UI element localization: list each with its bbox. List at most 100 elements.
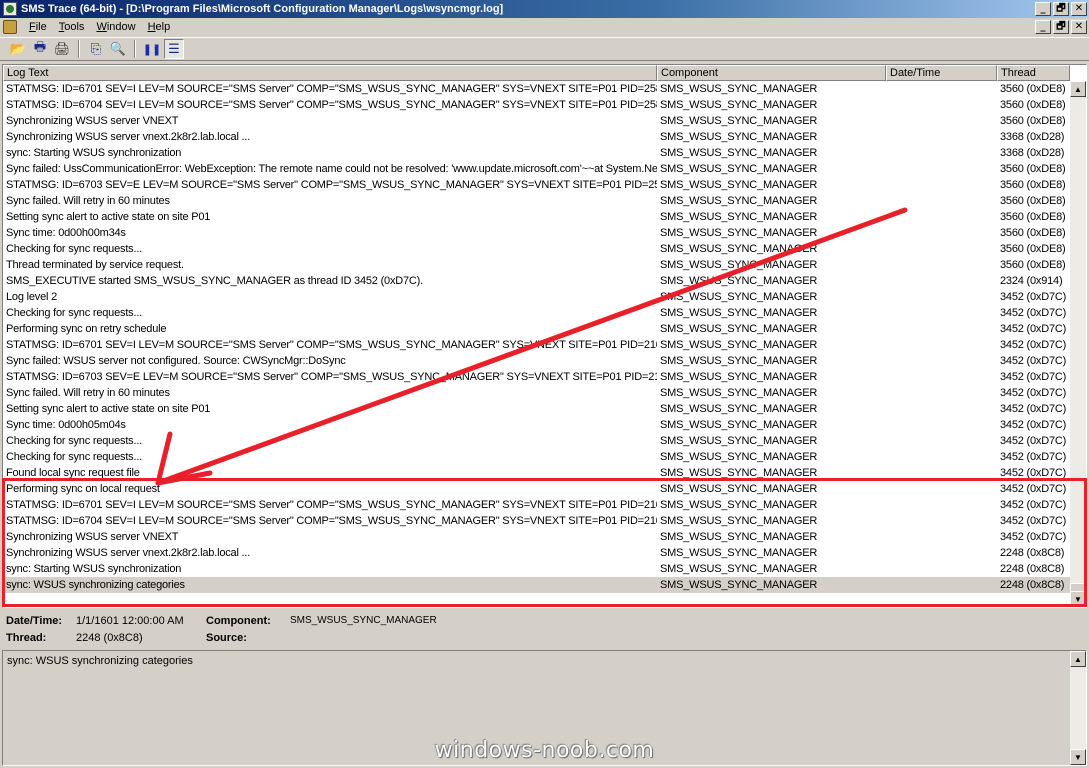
component-cell: SMS_WSUS_SYNC_MANAGER bbox=[660, 435, 818, 447]
restore-button[interactable]: 🗗 bbox=[1053, 2, 1069, 16]
log-text-cell: STATMSG: ID=6701 SEV=I LEV=M SOURCE="SMS… bbox=[6, 339, 657, 351]
component-cell: SMS_WSUS_SYNC_MANAGER bbox=[660, 291, 818, 303]
date-time-cell bbox=[886, 97, 997, 113]
doc-minimize-button[interactable]: _ bbox=[1035, 20, 1051, 34]
window-controls: _ 🗗 ✕ bbox=[1035, 2, 1087, 16]
log-list[interactable]: Log Text Component Date/Time Thread STAT… bbox=[2, 64, 1087, 608]
table-row[interactable]: STATMSG: ID=6704 SEV=I LEV=M SOURCE="SMS… bbox=[3, 97, 1070, 113]
table-row[interactable]: STATMSG: ID=6701 SEV=I LEV=M SOURCE="SMS… bbox=[3, 497, 1070, 513]
log-text-cell: Log level 2 bbox=[6, 291, 58, 303]
pause-icon[interactable]: ❚❚ bbox=[142, 39, 162, 59]
date-time-cell bbox=[886, 193, 997, 209]
table-row[interactable]: STATMSG: ID=6704 SEV=I LEV=M SOURCE="SMS… bbox=[3, 513, 1070, 529]
print-icon[interactable]: 🖨 bbox=[52, 39, 72, 59]
table-row[interactable]: Checking for sync requests... SMS_WSUS_SY… bbox=[3, 449, 1070, 465]
thread-cell: 3560 (0xDE8) bbox=[1000, 115, 1066, 127]
table-row[interactable]: sync: WSUS synchronizing categories SMS_W… bbox=[3, 577, 1070, 593]
table-row[interactable]: STATMSG: ID=6701 SEV=I LEV=M SOURCE="SMS… bbox=[3, 81, 1070, 97]
table-row[interactable]: Performing sync on local request SMS_WSUS… bbox=[3, 481, 1070, 497]
table-row[interactable]: Sync time: 0d00h00m34s SMS_WSUS_SYNC_MANA… bbox=[3, 225, 1070, 241]
date-time-cell bbox=[886, 273, 997, 289]
thread-cell: 3452 (0xD7C) bbox=[1000, 371, 1067, 383]
log-text-cell: Thread terminated by service request. bbox=[6, 259, 184, 271]
component-cell: SMS_WSUS_SYNC_MANAGER bbox=[660, 579, 818, 591]
menu-window[interactable]: Window bbox=[90, 21, 141, 33]
scroll-down-button[interactable]: ▼ bbox=[1070, 591, 1086, 607]
datetime-value: 1/1/1601 12:00:00 AM bbox=[76, 615, 184, 627]
column-header-thread[interactable]: Thread bbox=[997, 65, 1070, 81]
copy-icon[interactable]: ⎘ bbox=[86, 39, 106, 59]
component-cell: SMS_WSUS_SYNC_MANAGER bbox=[660, 499, 818, 511]
component-cell: SMS_WSUS_SYNC_MANAGER bbox=[660, 131, 818, 143]
table-row[interactable]: Sync failed: UssCommunicationError: WebE… bbox=[3, 161, 1070, 177]
table-row[interactable]: Performing sync on retry schedule SMS_WSU… bbox=[3, 321, 1070, 337]
table-row[interactable]: Sync time: 0d00h05m04s SMS_WSUS_SYNC_MANA… bbox=[3, 417, 1070, 433]
thread-label: Thread: bbox=[6, 632, 47, 644]
component-cell: SMS_WSUS_SYNC_MANAGER bbox=[660, 531, 818, 543]
table-row[interactable]: sync: Starting WSUS synchronization SMS_W… bbox=[3, 145, 1070, 161]
table-row[interactable]: Synchronizing WSUS server VNEXT SMS_WSUS_… bbox=[3, 529, 1070, 545]
doc-restore-button[interactable]: 🗗 bbox=[1053, 20, 1069, 34]
table-row[interactable]: Setting sync alert to active state on si… bbox=[3, 401, 1070, 417]
table-row[interactable]: Synchronizing WSUS server vnext.2k8r2.la… bbox=[3, 129, 1070, 145]
message-scroll-up-button[interactable]: ▲ bbox=[1070, 651, 1086, 667]
print-preview-icon[interactable]: 🖶 bbox=[30, 39, 50, 59]
component-cell: SMS_WSUS_SYNC_MANAGER bbox=[660, 243, 818, 255]
table-row[interactable]: Sync failed. Will retry in 60 minutes SMS… bbox=[3, 193, 1070, 209]
table-row[interactable]: Thread terminated by service request. SMS… bbox=[3, 257, 1070, 273]
document-icon[interactable] bbox=[3, 20, 17, 34]
component-cell: SMS_WSUS_SYNC_MANAGER bbox=[660, 339, 818, 351]
table-row[interactable]: STATMSG: ID=6703 SEV=E LEV=M SOURCE="SMS… bbox=[3, 177, 1070, 193]
column-header-component[interactable]: Component bbox=[657, 65, 886, 81]
find-icon[interactable]: 🔍 bbox=[108, 39, 128, 59]
column-header-date-time[interactable]: Date/Time bbox=[886, 65, 997, 81]
thread-cell: 3452 (0xD7C) bbox=[1000, 483, 1067, 495]
log-text-cell: Sync failed. Will retry in 60 minutes bbox=[6, 195, 170, 207]
log-list-scrollbar[interactable]: ▲ ▼ bbox=[1070, 81, 1086, 607]
open-folder-icon[interactable]: 📂 bbox=[8, 39, 28, 59]
table-row[interactable]: Checking for sync requests... SMS_WSUS_SY… bbox=[3, 433, 1070, 449]
close-button[interactable]: ✕ bbox=[1071, 2, 1087, 16]
menu-tools[interactable]: Tools bbox=[53, 21, 91, 33]
date-time-cell bbox=[886, 497, 997, 513]
table-row[interactable]: Checking for sync requests... SMS_WSUS_SY… bbox=[3, 241, 1070, 257]
log-rows: STATMSG: ID=6701 SEV=I LEV=M SOURCE="SMS… bbox=[3, 81, 1070, 593]
table-row[interactable]: Setting sync alert to active state on si… bbox=[3, 209, 1070, 225]
menu-help[interactable]: Help bbox=[142, 21, 177, 33]
thread-cell: 3452 (0xD7C) bbox=[1000, 307, 1067, 319]
table-row[interactable]: Sync failed: WSUS server not configured.… bbox=[3, 353, 1070, 369]
scroll-up-button[interactable]: ▲ bbox=[1070, 81, 1086, 97]
menu-bar: File Tools Window Help _ 🗗 ✕ bbox=[0, 18, 1089, 36]
column-header-log-text[interactable]: Log Text bbox=[3, 65, 657, 81]
table-row[interactable]: Log level 2 SMS_WSUS_SYNC_MANAGER 3452 (0x… bbox=[3, 289, 1070, 305]
log-text-cell: Setting sync alert to active state on si… bbox=[6, 403, 211, 415]
menu-file[interactable]: File bbox=[23, 21, 53, 33]
doc-close-button[interactable]: ✕ bbox=[1071, 20, 1087, 34]
minimize-button[interactable]: _ bbox=[1035, 2, 1051, 16]
table-row[interactable]: Synchronizing WSUS server vnext.2k8r2.la… bbox=[3, 545, 1070, 561]
table-row[interactable]: STATMSG: ID=6703 SEV=E LEV=M SOURCE="SMS… bbox=[3, 369, 1070, 385]
table-row[interactable]: Checking for sync requests... SMS_WSUS_SY… bbox=[3, 305, 1070, 321]
component-cell: SMS_WSUS_SYNC_MANAGER bbox=[660, 403, 818, 415]
component-cell: SMS_WSUS_SYNC_MANAGER bbox=[660, 547, 818, 559]
table-row[interactable]: SMS_EXECUTIVE started SMS_WSUS_SYNC_MANA… bbox=[3, 273, 1070, 289]
title-bar[interactable]: SMS Trace (64-bit) - [D:\Program Files\M… bbox=[0, 0, 1089, 18]
date-time-cell bbox=[886, 113, 997, 129]
component-value: SMS_WSUS_SYNC_MANAGER bbox=[290, 615, 437, 626]
table-row[interactable]: Synchronizing WSUS server VNEXT SMS_WSUS_… bbox=[3, 113, 1070, 129]
app-icon[interactable] bbox=[3, 2, 17, 16]
thread-cell: 3560 (0xDE8) bbox=[1000, 195, 1066, 207]
log-text-cell: sync: Starting WSUS synchronization bbox=[6, 563, 182, 575]
component-cell: SMS_WSUS_SYNC_MANAGER bbox=[660, 307, 818, 319]
date-time-cell bbox=[886, 481, 997, 497]
component-cell: SMS_WSUS_SYNC_MANAGER bbox=[660, 147, 818, 159]
log-text-cell: STATMSG: ID=6701 SEV=I LEV=M SOURCE="SMS… bbox=[6, 83, 657, 95]
table-row[interactable]: STATMSG: ID=6701 SEV=I LEV=M SOURCE="SMS… bbox=[3, 337, 1070, 353]
date-time-cell bbox=[886, 145, 997, 161]
table-row[interactable]: Sync failed. Will retry in 60 minutes SMS… bbox=[3, 385, 1070, 401]
source-label: Source: bbox=[206, 632, 247, 644]
log-text-cell: SMS_EXECUTIVE started SMS_WSUS_SYNC_MANA… bbox=[6, 275, 423, 287]
table-row[interactable]: Found local sync request file SMS_WSUS_SY… bbox=[3, 465, 1070, 481]
table-row[interactable]: sync: Starting WSUS synchronization SMS_W… bbox=[3, 561, 1070, 577]
view-list-icon[interactable]: ☰ bbox=[164, 39, 184, 59]
